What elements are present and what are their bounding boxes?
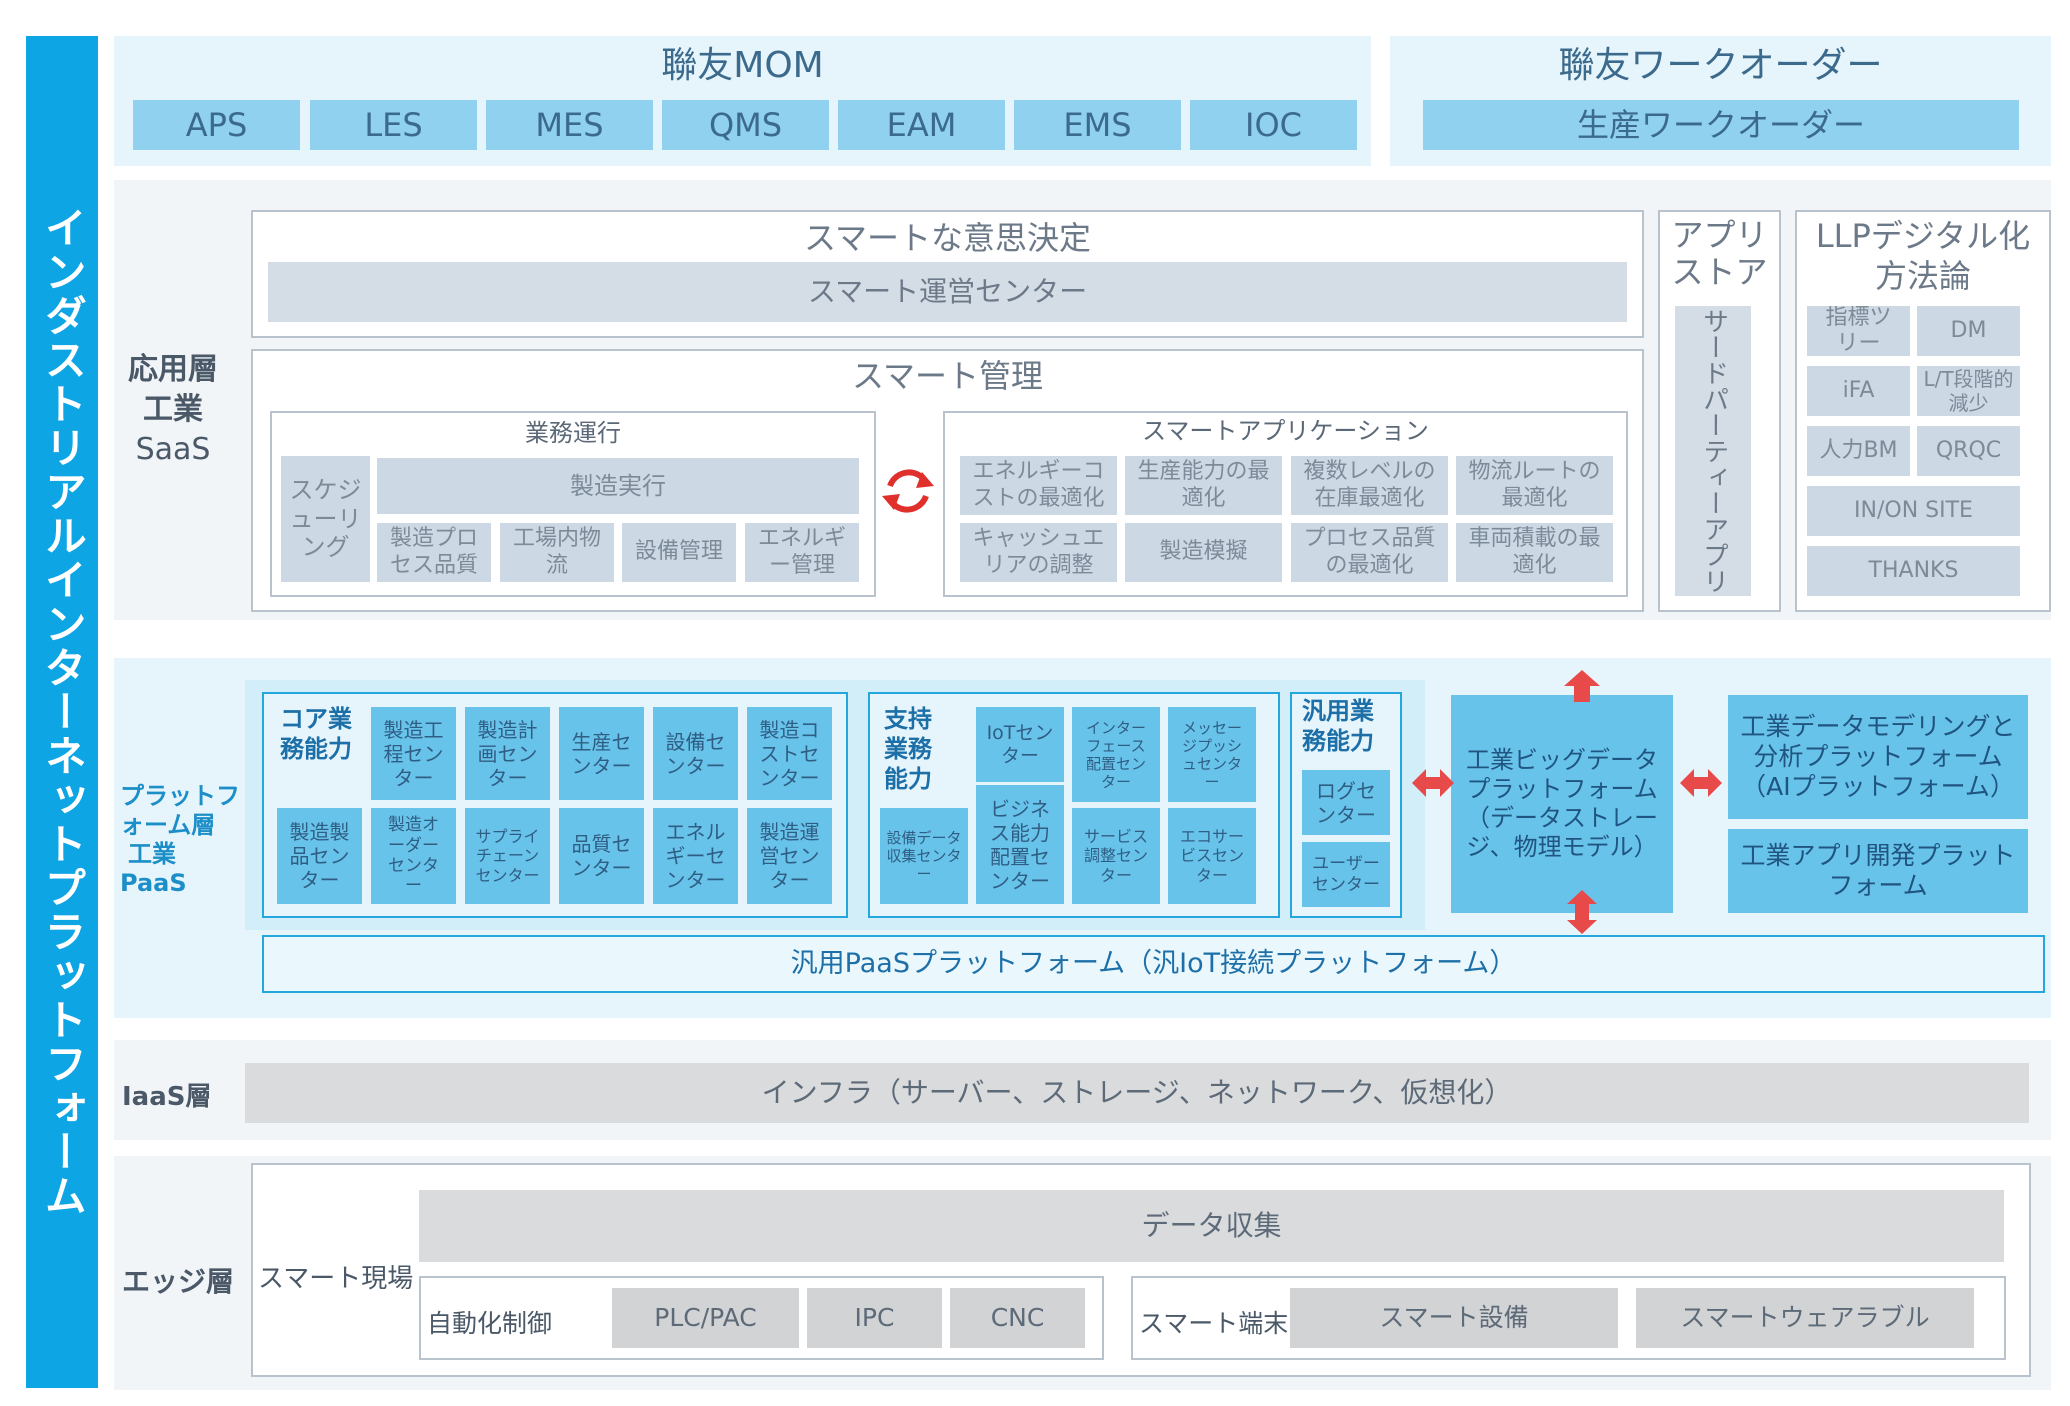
- mom-item-eam[interactable]: EAM: [838, 100, 1005, 150]
- support-message-push-center[interactable]: メッセージプッシュセンター: [1168, 707, 1256, 802]
- red-arrow-left-double-icon: [1412, 769, 1454, 797]
- llp-dm[interactable]: DM: [1917, 306, 2020, 356]
- workorder-item[interactable]: 生産ワークオーダー: [1423, 100, 2019, 150]
- mom-item-qms[interactable]: QMS: [662, 100, 829, 150]
- llp-kpi-tree[interactable]: 指標ツリー: [1807, 306, 1910, 356]
- llp-in-on-site[interactable]: IN/ON SITE: [1807, 486, 2020, 536]
- support-capability-title: 支持業務能力: [884, 705, 932, 793]
- app-process-quality-opt[interactable]: プロセス品質の最適化: [1291, 523, 1448, 582]
- support-business-config-center[interactable]: ビジネス能力配置センター: [976, 785, 1064, 904]
- core-equipment-center[interactable]: 設備センター: [653, 707, 738, 800]
- llp-thanks[interactable]: THANKS: [1807, 546, 2020, 596]
- llp-lt-reduction[interactable]: L/T段階的減少: [1917, 366, 2020, 416]
- smart-wearable-block[interactable]: スマートウェアラブル: [1636, 1288, 1974, 1348]
- core-supply-chain-center[interactable]: サプライチェーンセンター: [465, 808, 550, 904]
- general-capability-title: 汎用業務能力: [1302, 697, 1374, 755]
- paas-label-line1: プラットフ: [120, 782, 240, 810]
- core-process-center[interactable]: 製造工程センター: [371, 707, 456, 800]
- core-capability-title: コア業務能力: [280, 705, 352, 763]
- manufacturing-exec-bar[interactable]: 製造実行: [377, 458, 859, 514]
- decision-title: スマートな意思決定: [803, 218, 1092, 257]
- core-cost-center[interactable]: 製造コストセンター: [747, 707, 832, 800]
- core-product-center[interactable]: 製造製品センター: [277, 808, 362, 904]
- app-vehicle-load-opt[interactable]: 車両積載の最適化: [1456, 523, 1613, 582]
- smart-apps-title: スマートアプリケーション: [1142, 416, 1429, 445]
- mom-item-aps[interactable]: APS: [133, 100, 300, 150]
- paas-layer-label: プラットフ ォーム層 工業 PaaS: [120, 782, 255, 898]
- smart-ops-center[interactable]: スマート運営センター: [268, 262, 1627, 322]
- bigdata-platform[interactable]: 工業ビッグデータプラットフォーム（データストレージ、物理モデル）: [1451, 695, 1673, 913]
- mom-item-mes[interactable]: MES: [486, 100, 653, 150]
- app-energy-cost-opt[interactable]: エネルギーコストの最適化: [960, 456, 1117, 515]
- saas-label-line1: 応用層: [128, 352, 218, 387]
- workorder-title: 聯友ワークオーダー: [1558, 45, 1883, 87]
- exec-item-plant-logistics[interactable]: 工場内物流: [500, 523, 614, 582]
- llp-hr-bm[interactable]: 人力BM: [1807, 426, 1910, 476]
- support-service-coordination-center[interactable]: サービス調整センター: [1072, 808, 1160, 904]
- general-paas-platform[interactable]: 汎用PaaSプラットフォーム（汎IoT接続プラットフォーム）: [262, 935, 2045, 993]
- mom-item-ioc[interactable]: IOC: [1190, 100, 1357, 150]
- scheduling-block[interactable]: スケジューリング: [281, 456, 370, 582]
- paas-label-line4: PaaS: [120, 869, 187, 897]
- app-dev-platform[interactable]: 工業アプリ開発プラットフォーム: [1728, 829, 2028, 913]
- smart-equipment-block[interactable]: スマート設備: [1290, 1288, 1618, 1348]
- exec-item-process-quality[interactable]: 製造プロセス品質: [377, 523, 491, 582]
- data-modeling-platform[interactable]: 工業データモデリングと分析プラットフォーム（AIプラットフォーム）: [1728, 695, 2028, 819]
- core-order-center[interactable]: 製造オーダーセンター: [371, 808, 456, 904]
- mom-title: 聯友MOM: [661, 45, 824, 87]
- core-production-center[interactable]: 生産センター: [559, 707, 644, 800]
- iaas-layer-label: IaaS層: [122, 1082, 212, 1112]
- app-store-title: アプリストア: [1671, 216, 1768, 291]
- red-arrow-up-icon: [1564, 670, 1600, 702]
- exec-item-energy-mgmt[interactable]: エネルギー管理: [745, 523, 859, 582]
- mom-item-ems[interactable]: EMS: [1014, 100, 1181, 150]
- cycle-arrows-icon: [882, 469, 934, 513]
- llp-title: LLPデジタル化方法論: [1815, 217, 2031, 295]
- management-title: スマート管理: [851, 356, 1044, 395]
- smart-terminal-label: スマート端末: [1139, 1309, 1289, 1338]
- app-logistics-route-opt[interactable]: 物流ルートの最適化: [1456, 456, 1613, 515]
- app-capacity-opt[interactable]: 生産能力の最適化: [1125, 456, 1282, 515]
- cnc-block[interactable]: CNC: [950, 1288, 1085, 1348]
- saas-label-line2: 工業: [143, 392, 203, 427]
- app-manufacturing-sim[interactable]: 製造模擬: [1125, 523, 1282, 582]
- business-ops-title: 業務運行: [525, 418, 621, 447]
- support-interface-config-center[interactable]: インターフェース配置センター: [1072, 707, 1160, 802]
- sidebar-platform-title: インダストリアルインターネットプラットフォーム: [26, 36, 98, 1388]
- general-log-center[interactable]: ログセンター: [1302, 770, 1390, 835]
- third-party-apps[interactable]: サードパーティーアプリ: [1675, 306, 1751, 596]
- core-quality-center[interactable]: 品質センター: [559, 808, 644, 904]
- plc-pac-block[interactable]: PLC/PAC: [612, 1288, 799, 1348]
- paas-label-line2: ォーム層: [120, 811, 216, 839]
- edge-layer-label: エッジ層: [122, 1265, 235, 1298]
- support-eco-service-center[interactable]: エコサービスセンター: [1168, 808, 1256, 904]
- red-arrow-vertical-double-icon: [1567, 890, 1597, 934]
- saas-label-line3: SaaS: [135, 432, 211, 467]
- app-multilevel-inventory-opt[interactable]: 複数レベルの在庫最適化: [1291, 456, 1448, 515]
- app-cash-area-adjust[interactable]: キャッシュエリアの調整: [960, 523, 1117, 582]
- saas-layer-label: 応用層 工業 SaaS: [118, 350, 228, 470]
- core-planning-center[interactable]: 製造計画センター: [465, 707, 550, 800]
- llp-qrqc[interactable]: QRQC: [1917, 426, 2020, 476]
- llp-ifa[interactable]: iFA: [1807, 366, 1910, 416]
- general-user-center[interactable]: ユーザーセンター: [1302, 842, 1390, 907]
- support-data-collection-center[interactable]: 設備データ収集センター: [880, 808, 968, 904]
- infrastructure-bar[interactable]: インフラ（サーバー、ストレージ、ネットワーク、仮想化）: [245, 1063, 2029, 1123]
- core-energy-center[interactable]: エネルギーセンター: [653, 808, 738, 904]
- core-operations-center[interactable]: 製造運営センター: [747, 808, 832, 904]
- data-collection-bar[interactable]: データ収集: [419, 1190, 2004, 1262]
- mom-item-les[interactable]: LES: [310, 100, 477, 150]
- automation-label: 自動化制御: [427, 1309, 553, 1338]
- exec-item-equipment-mgmt[interactable]: 設備管理: [622, 523, 736, 582]
- smart-site-label: スマート現場: [258, 1264, 414, 1294]
- ipc-block[interactable]: IPC: [807, 1288, 942, 1348]
- red-arrow-right-double-icon: [1680, 769, 1722, 797]
- support-iot-center[interactable]: IoTセンター: [976, 707, 1064, 782]
- paas-label-line3: 工業: [128, 840, 176, 868]
